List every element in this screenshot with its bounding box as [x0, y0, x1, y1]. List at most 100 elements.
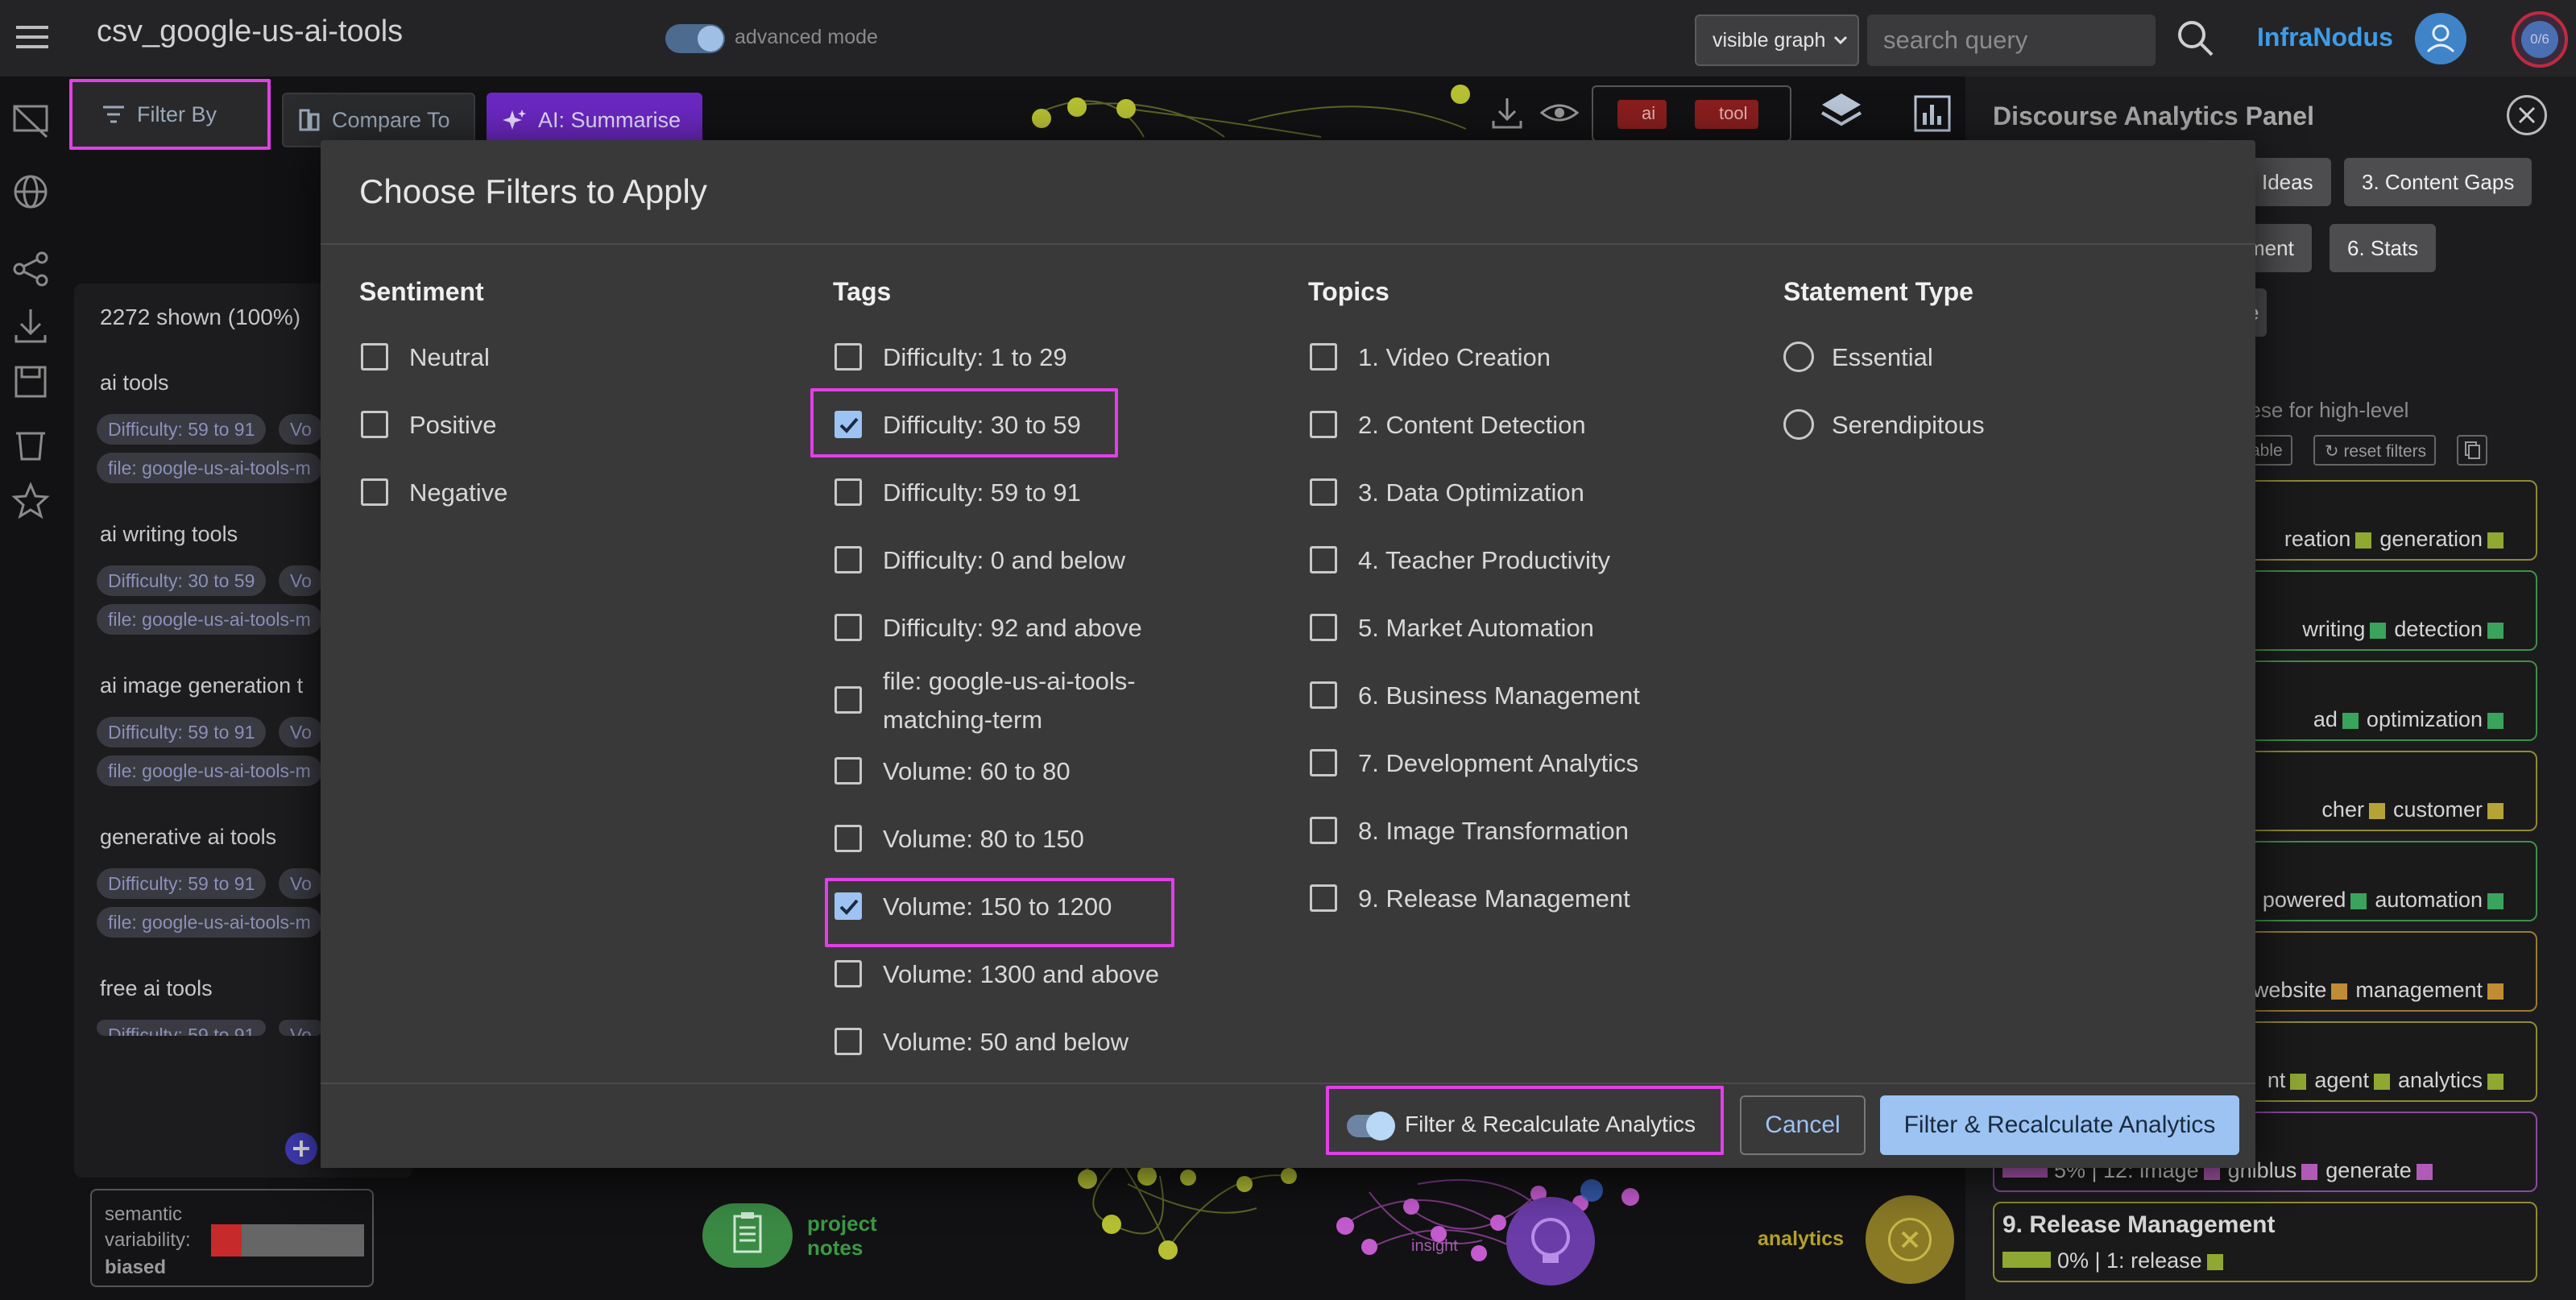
option-label[interactable]: Volume: 50 and below	[883, 1023, 1129, 1062]
search-input[interactable]: search query	[1867, 14, 2156, 66]
checkbox-difficulty-59-91[interactable]	[835, 478, 862, 506]
advanced-mode-toggle[interactable]	[665, 24, 725, 53]
option-label[interactable]: 2. Content Detection	[1358, 406, 1586, 445]
checkbox-file-matching-term[interactable]	[835, 686, 862, 714]
statement-keyword[interactable]: ai image generation t	[100, 673, 303, 698]
radio-essential[interactable]	[1783, 342, 1814, 372]
checkbox-difficulty-92-above[interactable]	[835, 614, 862, 641]
statement-chip[interactable]: Difficulty: 59 to 91	[97, 1020, 267, 1036]
menu-icon[interactable]	[14, 23, 50, 52]
view-select[interactable]: visible graph	[1695, 14, 1859, 66]
reset-filters-button[interactable]: ↻ reset filters	[2313, 435, 2437, 466]
filter-by-button[interactable]: Filter By	[69, 79, 271, 150]
option-label[interactable]: Neutral	[409, 338, 490, 377]
statement-chip[interactable]: file: google-us-ai-tools-m	[97, 756, 322, 786]
eye-icon[interactable]	[1540, 97, 1579, 129]
checkbox-volume-60-80[interactable]	[835, 757, 862, 785]
globe-icon[interactable]	[10, 171, 52, 213]
no-comment-icon[interactable]	[10, 100, 52, 142]
download-graph-icon[interactable]	[1489, 95, 1526, 132]
copy-icon[interactable]	[2457, 435, 2487, 466]
option-label[interactable]: 6. Business Management	[1358, 677, 1640, 715]
option-label[interactable]: 5. Market Automation	[1358, 609, 1594, 648]
checkbox-volume-150-1200[interactable]	[835, 892, 862, 920]
statement-keyword[interactable]: generative ai tools	[100, 825, 276, 850]
statement-chip[interactable]: Vo	[279, 565, 323, 596]
insight-button[interactable]	[1506, 1197, 1595, 1286]
checkbox-topic-2[interactable]	[1310, 411, 1337, 438]
topic-card-9[interactable]: 9. Release Management 0% | 1: release	[1993, 1202, 2537, 1282]
chart-icon[interactable]	[1912, 93, 1953, 134]
tag-ai[interactable]: ai	[1617, 100, 1667, 129]
statement-chip[interactable]: file: google-us-ai-tools-m	[97, 907, 322, 938]
option-label[interactable]: Essential	[1832, 338, 1933, 377]
option-label[interactable]: Volume: 1300 and above	[883, 955, 1159, 994]
save-icon[interactable]	[10, 361, 52, 403]
trash-icon[interactable]	[10, 422, 52, 464]
checkbox-difficulty-1-29[interactable]	[835, 343, 862, 371]
checkbox-positive[interactable]	[361, 411, 388, 438]
project-notes-button[interactable]	[702, 1203, 793, 1268]
statement-chip[interactable]: file: google-us-ai-tools-m	[97, 453, 322, 483]
option-label[interactable]: Volume: 60 to 80	[883, 752, 1071, 791]
option-label[interactable]: 1. Video Creation	[1358, 338, 1551, 377]
stats-button[interactable]: 6. Stats	[2330, 224, 2437, 272]
user-avatar[interactable]	[2415, 13, 2466, 64]
checkbox-topic-1[interactable]	[1310, 343, 1337, 371]
statement-chip[interactable]: Vo	[279, 717, 323, 747]
option-label[interactable]: file: google-us-ai-tools-matching-term	[883, 662, 1136, 739]
search-icon[interactable]	[2175, 18, 2217, 60]
layers-icon[interactable]	[1819, 89, 1864, 134]
option-label[interactable]: Serendipitous	[1832, 406, 1985, 445]
option-label[interactable]: Negative	[409, 474, 507, 512]
close-icon[interactable]	[2507, 95, 2547, 135]
statement-keyword[interactable]: ai writing tools	[100, 522, 238, 547]
statement-keyword[interactable]: ai tools	[100, 371, 169, 395]
tag-tool[interactable]: tool	[1695, 100, 1759, 129]
statement-chip[interactable]: Vo	[279, 414, 323, 445]
checkbox-volume-1300-above[interactable]	[835, 960, 862, 987]
checkbox-difficulty-0-below[interactable]	[835, 546, 862, 573]
checkbox-topic-7[interactable]	[1310, 749, 1337, 776]
add-icon[interactable]	[285, 1132, 317, 1165]
download-icon[interactable]	[10, 304, 52, 346]
share-icon[interactable]	[10, 248, 52, 290]
analytics-close-button[interactable]	[1866, 1195, 1954, 1284]
checkbox-negative[interactable]	[361, 478, 388, 506]
checkbox-topic-5[interactable]	[1310, 614, 1337, 641]
option-label[interactable]: Difficulty: 92 and above	[883, 609, 1142, 648]
checkbox-topic-3[interactable]	[1310, 478, 1337, 506]
checkbox-volume-80-150[interactable]	[835, 825, 862, 852]
recalculate-toggle-label[interactable]: Filter & Recalculate Analytics	[1405, 1112, 1696, 1137]
notification-badge[interactable]: 0/6	[2512, 11, 2568, 68]
checkbox-neutral[interactable]	[361, 343, 388, 371]
checkbox-difficulty-30-59[interactable]	[835, 411, 862, 438]
ai-summarise-button[interactable]: AI: Summarise	[487, 93, 702, 147]
apply-filters-button[interactable]: Filter & Recalculate Analytics	[1880, 1095, 2239, 1155]
option-label[interactable]: Volume: 80 to 150	[883, 820, 1084, 859]
option-label[interactable]: Difficulty: 30 to 59	[883, 406, 1081, 445]
statement-chip[interactable]: Vo	[279, 868, 323, 899]
radio-serendipitous[interactable]	[1783, 409, 1814, 440]
option-label[interactable]: 4. Teacher Productivity	[1358, 541, 1610, 580]
option-label[interactable]: Difficulty: 59 to 91	[883, 474, 1081, 512]
checkbox-topic-6[interactable]	[1310, 681, 1337, 709]
checkbox-topic-8[interactable]	[1310, 817, 1337, 844]
option-label[interactable]: 8. Image Transformation	[1358, 812, 1629, 851]
semantic-variability-widget[interactable]: semantic variability: biased	[90, 1189, 374, 1287]
option-label[interactable]: Difficulty: 0 and below	[883, 541, 1125, 580]
checkbox-topic-4[interactable]	[1310, 546, 1337, 573]
option-label[interactable]: Positive	[409, 406, 497, 445]
cancel-button[interactable]: Cancel	[1740, 1095, 1866, 1155]
statement-chip[interactable]: Difficulty: 59 to 91	[97, 717, 267, 747]
statement-chip[interactable]: Difficulty: 30 to 59	[97, 565, 267, 596]
checkbox-volume-50-below[interactable]	[835, 1028, 862, 1055]
content-gaps-button[interactable]: 3. Content Gaps	[2344, 158, 2533, 206]
brand-logo[interactable]: InfraNodus	[2257, 23, 2393, 52]
statement-chip[interactable]: Difficulty: 59 to 91	[97, 414, 267, 445]
star-icon[interactable]	[10, 480, 52, 522]
option-label[interactable]: 9. Release Management	[1358, 880, 1630, 918]
compare-to-button[interactable]: Compare To	[282, 93, 475, 147]
statement-chip[interactable]: Difficulty: 59 to 91	[97, 868, 267, 899]
option-label[interactable]: 7. Development Analytics	[1358, 744, 1638, 783]
